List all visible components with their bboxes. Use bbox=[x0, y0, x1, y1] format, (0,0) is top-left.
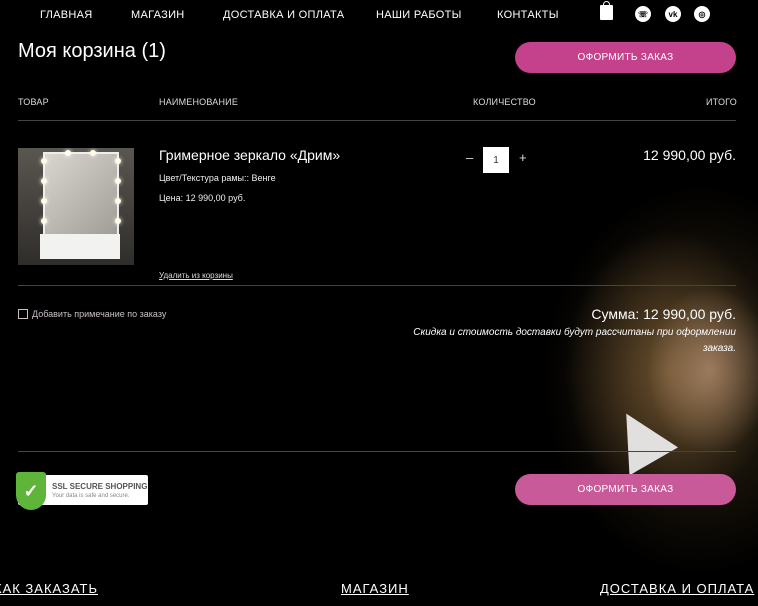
shield-check-icon: ✓ bbox=[16, 472, 46, 510]
instagram-icon[interactable]: ◎ bbox=[694, 6, 710, 22]
column-header-product: Товар bbox=[18, 97, 49, 107]
note-icon bbox=[18, 309, 28, 319]
header-divider bbox=[18, 120, 736, 121]
quantity-increase-button[interactable]: + bbox=[519, 150, 527, 165]
vanity-table-graphic bbox=[40, 234, 120, 259]
quantity-decrease-button[interactable]: – bbox=[466, 150, 473, 165]
ssl-title: SSL SECURE SHOPPING bbox=[52, 482, 148, 491]
mirror-graphic bbox=[41, 150, 121, 238]
column-header-name: Наименование bbox=[159, 97, 239, 107]
checkout-button-top[interactable]: Оформить заказ bbox=[515, 42, 736, 73]
product-attribute: Цвет/Текстура рамы:: Венге bbox=[159, 173, 276, 183]
quantity-input[interactable]: 1 bbox=[483, 147, 509, 173]
product-image[interactable] bbox=[18, 148, 134, 265]
whatsapp-icon[interactable]: ☏ bbox=[635, 6, 651, 22]
background-photo bbox=[470, 120, 758, 606]
product-name[interactable]: Гримерное зеркало «Дрим» bbox=[159, 147, 340, 163]
checkout-button-bottom[interactable]: Оформить заказ bbox=[515, 474, 736, 505]
nav-item-shop[interactable]: Магазин bbox=[131, 9, 185, 21]
nav-item-home[interactable]: Главная bbox=[40, 9, 93, 21]
ssl-badge: ✓ SSL SECURE SHOPPING Your data is safe … bbox=[16, 472, 148, 510]
remove-from-cart-link[interactable]: Удалить из корзины bbox=[159, 271, 233, 280]
nav-item-contacts[interactable]: Контакты bbox=[497, 9, 559, 21]
footer-link-how-to-order[interactable]: КАК ЗАКАЗАТЬ bbox=[0, 581, 98, 596]
column-header-total: Итого bbox=[706, 97, 737, 107]
nav-item-works[interactable]: Наши работы bbox=[376, 9, 462, 21]
ssl-subtitle: Your data is safe and secure. bbox=[52, 493, 130, 499]
product-price: Цена: 12 990,00 руб. bbox=[159, 193, 246, 203]
vk-icon[interactable]: vk bbox=[665, 6, 681, 22]
add-order-note-link[interactable]: Добавить примечание по заказу bbox=[18, 309, 166, 319]
top-navigation: Главная Магазин Доставка и оплата Наши р… bbox=[0, 0, 758, 30]
footer-link-shop[interactable]: МАГАЗИН bbox=[341, 581, 409, 596]
row-divider bbox=[18, 285, 736, 286]
shopping-bag-icon[interactable] bbox=[600, 1, 613, 20]
page-title: Моя корзина (1) bbox=[18, 40, 166, 62]
line-total: 12 990,00 руб. bbox=[643, 147, 736, 163]
cart-sum: Сумма: 12 990,00 руб. bbox=[591, 306, 736, 322]
nav-item-delivery[interactable]: Доставка и оплата bbox=[223, 9, 344, 21]
shipping-disclaimer: Скидка и стоимость доставки будут рассчи… bbox=[413, 327, 736, 354]
column-header-quantity: Количество bbox=[473, 97, 536, 107]
add-order-note-label: Добавить примечание по заказу bbox=[32, 309, 167, 319]
summary-divider bbox=[18, 451, 736, 452]
footer-link-delivery[interactable]: ДОСТАВКА И ОПЛАТА bbox=[600, 581, 754, 596]
